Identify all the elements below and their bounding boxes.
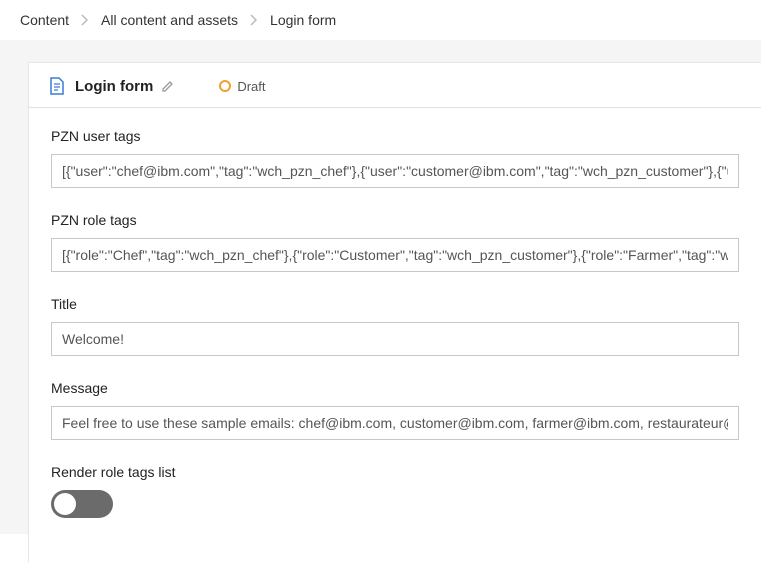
card-header: Login form Draft bbox=[29, 63, 761, 108]
breadcrumb-content[interactable]: Content bbox=[20, 12, 69, 28]
field-title: Title bbox=[51, 296, 739, 356]
field-message: Message bbox=[51, 380, 739, 440]
document-icon bbox=[49, 77, 65, 95]
input-message[interactable] bbox=[51, 406, 739, 440]
label-pzn-user-tags: PZN user tags bbox=[51, 128, 739, 144]
breadcrumb-all-content[interactable]: All content and assets bbox=[101, 12, 238, 28]
content-card: Login form Draft PZN user tags PZN role … bbox=[28, 62, 761, 562]
chevron-right-icon bbox=[81, 14, 89, 26]
toggle-render-role-tags[interactable] bbox=[51, 490, 113, 518]
label-title: Title bbox=[51, 296, 739, 312]
status-circle-icon bbox=[219, 80, 231, 92]
form-body: PZN user tags PZN role tags Title Messag… bbox=[29, 108, 761, 562]
toggle-knob bbox=[54, 493, 76, 515]
status-text: Draft bbox=[237, 79, 265, 94]
page-background: Login form Draft PZN user tags PZN role … bbox=[0, 40, 761, 534]
field-pzn-user-tags: PZN user tags bbox=[51, 128, 739, 188]
field-pzn-role-tags: PZN role tags bbox=[51, 212, 739, 272]
pencil-icon[interactable] bbox=[161, 79, 175, 93]
page-title: Login form bbox=[75, 78, 153, 95]
label-pzn-role-tags: PZN role tags bbox=[51, 212, 739, 228]
status-badge: Draft bbox=[219, 79, 265, 94]
field-render-role-tags: Render role tags list bbox=[51, 464, 739, 518]
input-pzn-role-tags[interactable] bbox=[51, 238, 739, 272]
input-title[interactable] bbox=[51, 322, 739, 356]
breadcrumb-login-form[interactable]: Login form bbox=[270, 12, 336, 28]
label-message: Message bbox=[51, 380, 739, 396]
breadcrumb: Content All content and assets Login for… bbox=[0, 0, 761, 40]
input-pzn-user-tags[interactable] bbox=[51, 154, 739, 188]
chevron-right-icon bbox=[250, 14, 258, 26]
label-render-role-tags: Render role tags list bbox=[51, 464, 739, 480]
